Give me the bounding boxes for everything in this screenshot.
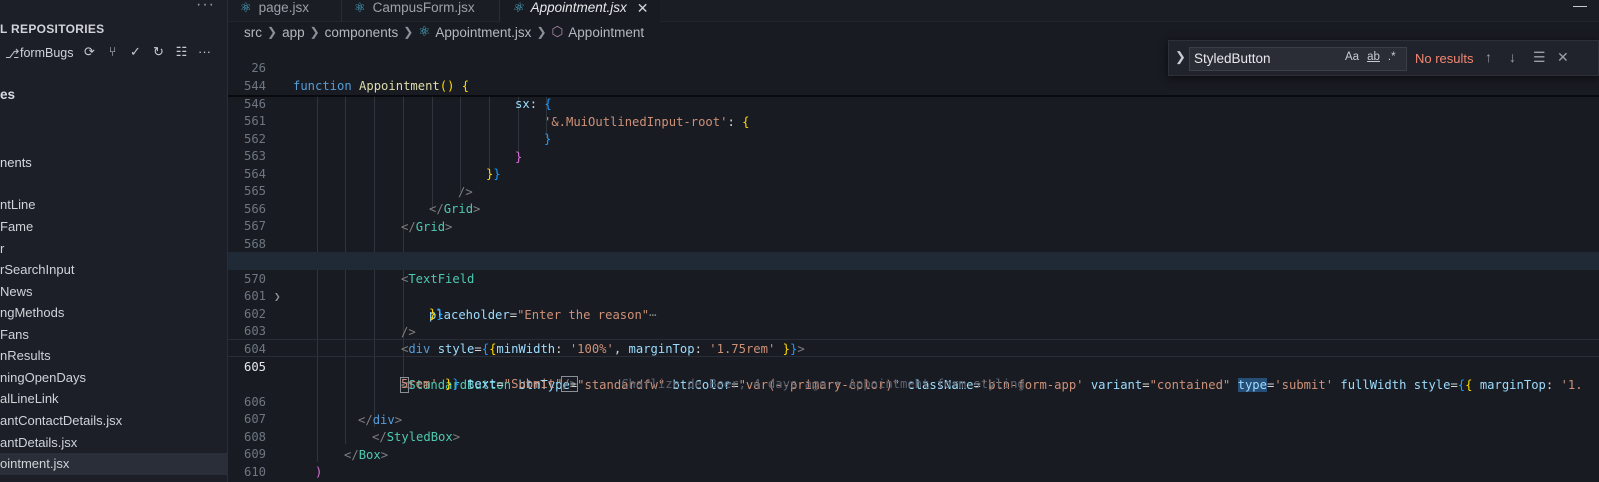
tab-campusform-jsx[interactable]: ⚛ CampusForm.jsx bbox=[354, 0, 475, 22]
breadcrumb-src[interactable]: src bbox=[244, 25, 262, 40]
sidebar-section-files[interactable]: es bbox=[0, 87, 15, 102]
toggle-replace-icon[interactable]: ❯ bbox=[1175, 49, 1186, 65]
code-editor[interactable]: 26 function Appointment() { 544 sx: { 54… bbox=[228, 42, 1599, 482]
sidebar-item[interactable]: News bbox=[0, 281, 227, 303]
code-line: 562 } bbox=[243, 132, 523, 164]
find-in-selection-icon[interactable]: ☰ bbox=[1533, 49, 1546, 66]
sidebar-item[interactable]: ningOpenDays bbox=[0, 367, 227, 389]
find-widget: ❯ StyledButton Aa ab .* No results ↑ ↓ ☰… bbox=[1168, 40, 1599, 76]
compare-icon[interactable]: ⑂ bbox=[101, 44, 124, 60]
sidebar-item[interactable]: ngMethods bbox=[0, 302, 227, 324]
react-icon: ⚛ bbox=[240, 0, 252, 15]
sidebar-item-appointment-selected[interactable]: ointment.jsx bbox=[0, 453, 227, 475]
react-icon: ⚛ bbox=[512, 0, 524, 15]
commit-check-icon[interactable]: ✓ bbox=[124, 44, 147, 60]
sidebar-item[interactable]: nResults bbox=[0, 345, 227, 367]
code-line: 604 bbox=[243, 342, 266, 356]
tab-appointment-jsx[interactable]: ⚛ Appointment.jsx ✕ bbox=[500, 0, 661, 22]
explorer-sidebar: ··· L REPOSITORIES ⎇ formBugs ⟳ ⑂ ✓ ↻ ☷ … bbox=[0, 0, 228, 482]
match-whole-word-icon[interactable]: ab bbox=[1367, 51, 1380, 63]
sidebar-item[interactable]: r bbox=[0, 238, 227, 260]
sidebar-folder-components[interactable]: nents bbox=[0, 152, 227, 174]
code-line: 565 </Grid> bbox=[243, 184, 481, 216]
code-line: 601 }} bbox=[243, 289, 444, 321]
use-regex-icon[interactable]: .* bbox=[1388, 51, 1396, 63]
sidebar-item[interactable]: antContactDetails.jsx bbox=[0, 410, 227, 432]
sidebar-section-header[interactable]: L REPOSITORIES bbox=[0, 22, 104, 36]
find-result-count: No results bbox=[1415, 51, 1474, 66]
editor-tabs: ⚛ page.jsx ⚛ CampusForm.jsx ⚛ Appointmen… bbox=[228, 0, 1599, 22]
scm-actions: ⟳ ⑂ ✓ ↻ ☷ ··· bbox=[78, 44, 216, 60]
code-line: 569 <TextField bbox=[244, 254, 475, 286]
sidebar-more-button[interactable]: ··· bbox=[196, 0, 215, 14]
sidebar-item[interactable]: ntLine bbox=[0, 194, 227, 216]
code-line: 611 bbox=[228, 462, 1599, 480]
git-branch-icon: ⎇ bbox=[5, 46, 20, 61]
code-line: 608 </Box> bbox=[243, 430, 389, 462]
branch-name: formBugs bbox=[20, 46, 74, 60]
code-line: 606 </div> bbox=[243, 395, 403, 427]
code-line: 568 <Typography variant="subtitle1" sx={… bbox=[243, 237, 1018, 269]
graph-icon[interactable]: ☷ bbox=[170, 44, 193, 60]
tab-page-jsx[interactable]: ⚛ page.jsx bbox=[240, 0, 309, 22]
sidebar-item[interactable]: antDetails.jsx bbox=[0, 432, 227, 454]
find-options: Aa ab .* bbox=[1345, 51, 1396, 63]
match-case-icon[interactable]: Aa bbox=[1345, 51, 1359, 63]
sidebar-item[interactable]: Fans bbox=[0, 324, 227, 346]
code-line: 566 </Grid> bbox=[243, 202, 453, 234]
close-find-icon[interactable]: ✕ bbox=[1557, 49, 1569, 66]
code-line: 607 </StyledBox> bbox=[243, 412, 461, 444]
branch-indicator[interactable]: ⎇ formBugs bbox=[5, 44, 74, 62]
breadcrumb: src ❯ app ❯ components ❯ ⚛ Appointment.j… bbox=[244, 22, 644, 42]
breadcrumb-app[interactable]: app bbox=[282, 25, 305, 40]
code-line: 567 bbox=[243, 219, 266, 233]
code-line: 610 } bbox=[243, 465, 266, 479]
chevron-right-icon: ❯ bbox=[403, 25, 414, 39]
chevron-right-icon: ❯ bbox=[536, 25, 547, 39]
sidebar-item[interactable]: alLineLink bbox=[0, 388, 227, 410]
refresh-icon[interactable]: ↻ bbox=[147, 44, 170, 60]
code-line: 609 ) bbox=[243, 447, 323, 479]
scm-more-icon[interactable]: ··· bbox=[193, 44, 216, 60]
code-line: 563 }} bbox=[243, 149, 501, 181]
breadcrumb-file[interactable]: Appointment.jsx bbox=[435, 25, 531, 40]
code-line: 546 '&.MuiOutlinedInput-root': { bbox=[243, 97, 750, 129]
chevron-right-icon: ❯ bbox=[309, 25, 320, 39]
code-line-folded: 570 ❯ placeholder="Enter the reason"⋯ bbox=[228, 252, 1599, 322]
symbol-cube-icon: ⬡ bbox=[551, 24, 564, 39]
code-line: 564 /> bbox=[243, 167, 473, 199]
sidebar-item[interactable]: rSearchInput bbox=[0, 259, 227, 281]
chevron-right-icon: ❯ bbox=[267, 25, 278, 39]
code-line: 561 } bbox=[243, 114, 552, 146]
breadcrumb-components[interactable]: components bbox=[325, 25, 399, 40]
react-icon: ⚛ bbox=[354, 0, 366, 15]
minimize-icon[interactable] bbox=[1573, 6, 1587, 7]
code-line: 603 <div style={{minWidth: '100%', margi… bbox=[243, 324, 805, 356]
code-line-wrapped: 5rem' }} text="Submit"/> Charlize de Bee… bbox=[401, 376, 1025, 392]
sidebar-item[interactable]: Fame bbox=[0, 216, 227, 238]
breadcrumb-symbol[interactable]: Appointment bbox=[568, 25, 644, 40]
code-line: 602 /> bbox=[243, 307, 416, 339]
previous-match-icon[interactable]: ↑ bbox=[1485, 49, 1492, 65]
close-tab-icon[interactable]: ✕ bbox=[637, 0, 649, 19]
next-match-icon[interactable]: ↓ bbox=[1509, 49, 1516, 65]
code-line-current: 605 <StandardButton btnType="standardfw"… bbox=[228, 339, 1599, 393]
sync-icon[interactable]: ⟳ bbox=[78, 44, 101, 60]
react-icon: ⚛ bbox=[418, 24, 431, 39]
